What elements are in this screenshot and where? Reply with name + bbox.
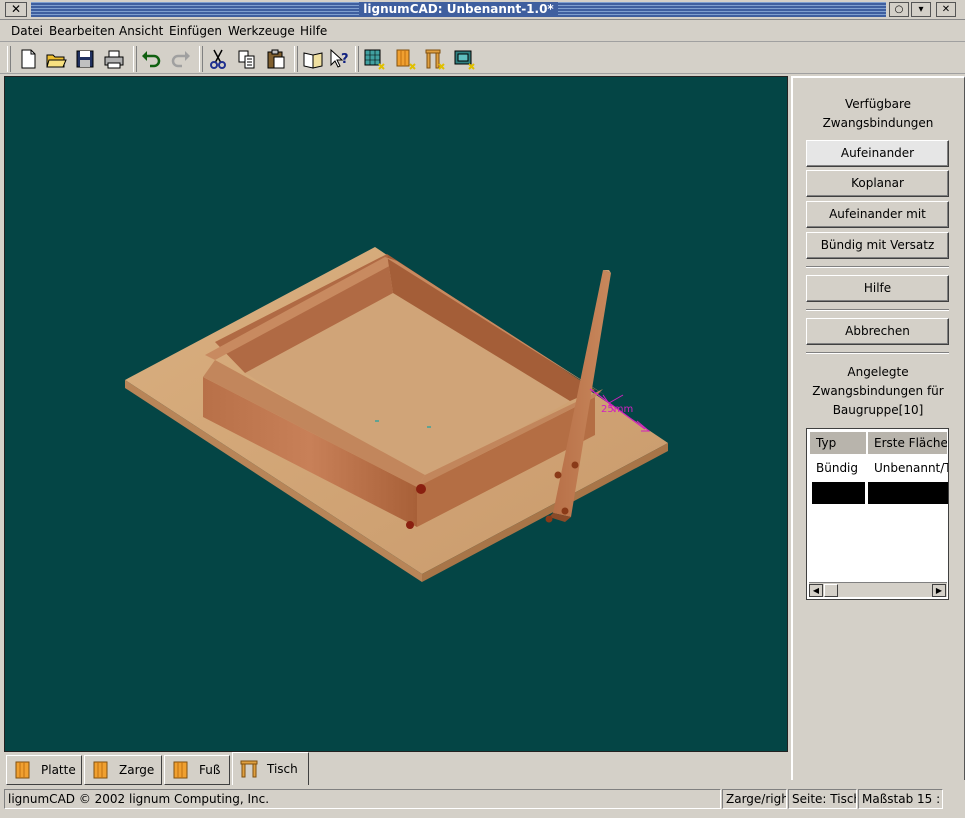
constraint-buendig-versatz-button[interactable]: Bündig mit Versatz (806, 232, 949, 259)
title-bar: ✕ lignumCAD: Unbenannt-1.0* ○ ▾ ✕ (0, 0, 965, 20)
table-cell-erste-flaeche[interactable]: Unbenannt/Ti (868, 457, 948, 479)
column-header-erste-flaeche[interactable]: Erste Fläche (868, 432, 948, 454)
menu-werkzeuge[interactable]: Werkzeuge (228, 24, 295, 38)
tab-label: Fuß (199, 763, 221, 777)
menu-datei[interactable]: Datei (11, 24, 43, 38)
column-header-typ[interactable]: Typ (810, 432, 867, 454)
scroll-thumb[interactable] (824, 584, 838, 597)
available-constraints-subtitle: Zwangsbindungen (822, 116, 934, 130)
toolbar-separator (133, 46, 137, 72)
table-row-selected[interactable] (812, 482, 865, 504)
menu-ansicht[interactable]: Ansicht (119, 24, 163, 38)
new-file-icon[interactable] (15, 47, 41, 71)
new-leg-icon[interactable] (421, 47, 447, 71)
save-icon[interactable] (72, 47, 98, 71)
svg-text:?: ? (341, 52, 349, 67)
assembly-table-icon (240, 760, 258, 778)
window-shade-button[interactable]: ○ (889, 2, 909, 17)
status-copyright: lignumCAD © 2002 lignum Computing, Inc. (4, 789, 721, 809)
undo-icon[interactable] (138, 47, 164, 71)
status-selection: Zarge/right (722, 789, 787, 809)
tab-platte[interactable]: Platte (6, 755, 82, 785)
cut-icon[interactable] (205, 47, 231, 71)
horizontal-scrollbar[interactable]: ◀ ▶ (809, 582, 947, 597)
help-book-icon[interactable] (300, 47, 326, 71)
toolbar-separator (294, 46, 298, 72)
menu-bar: Datei Bearbeiten Ansicht Einfügen Werkze… (0, 20, 965, 42)
redo-icon[interactable] (168, 47, 194, 71)
print-icon[interactable] (101, 47, 127, 71)
constraints-panel: Verfügbare Zwangsbindungen Aufeinander K… (791, 76, 965, 780)
panel-divider (806, 352, 949, 354)
new-assembly-icon[interactable] (451, 47, 477, 71)
3d-viewport[interactable]: 25mm (4, 76, 788, 752)
status-page: Seite: Tisch (788, 789, 857, 809)
tab-label: Zarge (119, 763, 155, 777)
new-part-icon[interactable] (392, 47, 418, 71)
whats-this-icon[interactable]: ? (327, 47, 353, 71)
constraint-koplanar-button[interactable]: Koplanar (806, 170, 949, 197)
toolbar-grip[interactable] (7, 46, 11, 72)
tab-zarge[interactable]: Zarge (84, 755, 162, 785)
tab-tisch[interactable]: Tisch (232, 752, 309, 785)
table-row-selected[interactable] (868, 482, 948, 504)
window-close-icon[interactable]: ✕ (5, 2, 27, 17)
window-title: lignumCAD: Unbenannt-1.0* (31, 2, 886, 17)
part-icon (173, 761, 188, 779)
menu-bearbeiten[interactable]: Bearbeiten (49, 24, 115, 38)
toolbar: ? (0, 43, 965, 74)
scroll-left-icon[interactable]: ◀ (809, 584, 823, 597)
model-scene: 25mm (125, 247, 668, 582)
tab-label: Tisch (267, 762, 298, 776)
new-page-icon[interactable] (361, 47, 387, 71)
toolbar-separator (355, 46, 359, 72)
paste-icon[interactable] (263, 47, 289, 71)
part-icon (93, 761, 108, 779)
part-icon (15, 761, 30, 779)
window-minimize-button[interactable]: ▾ (911, 2, 931, 17)
applied-constraints-table[interactable]: Typ Erste Fläche Bündig Unbenannt/Ti ◀ ▶ (806, 428, 949, 600)
applied-constraints-title: Angelegte (847, 365, 909, 379)
constraint-aufeinander-abstand-button[interactable]: Aufeinander mit Abstand (806, 201, 949, 246)
available-constraints-title: Verfügbare (844, 97, 912, 111)
window-close-button[interactable]: ✕ (936, 2, 956, 17)
tab-label: Platte (41, 763, 76, 777)
menu-einfuegen[interactable]: Einfügen (169, 24, 222, 38)
constraint-aufeinander-button[interactable]: Aufeinander (806, 140, 949, 167)
help-button[interactable]: Hilfe (806, 275, 949, 302)
page-tab-bar: Platte Zarge Fuß Tisch (4, 752, 788, 786)
scroll-right-icon[interactable]: ▶ (932, 584, 946, 597)
table-cell-typ[interactable]: Bündig (810, 457, 867, 479)
applied-constraints-subtitle: Zwangsbindungen für (812, 384, 944, 398)
menu-hilfe[interactable]: Hilfe (300, 24, 327, 38)
cancel-button[interactable]: Abbrechen (806, 318, 949, 345)
panel-divider (806, 309, 949, 311)
status-scale: Maßstab 15 : 2 (858, 789, 943, 809)
tab-fuss[interactable]: Fuß (164, 755, 230, 785)
status-bar: lignumCAD © 2002 lignum Computing, Inc. … (0, 788, 965, 810)
dimension-label: 25mm (601, 404, 633, 415)
toolbar-separator (199, 46, 203, 72)
applied-constraints-assembly: Baugruppe[10] (832, 403, 924, 417)
open-folder-icon[interactable] (43, 47, 69, 71)
panel-divider (806, 266, 949, 268)
copy-icon[interactable] (234, 47, 260, 71)
